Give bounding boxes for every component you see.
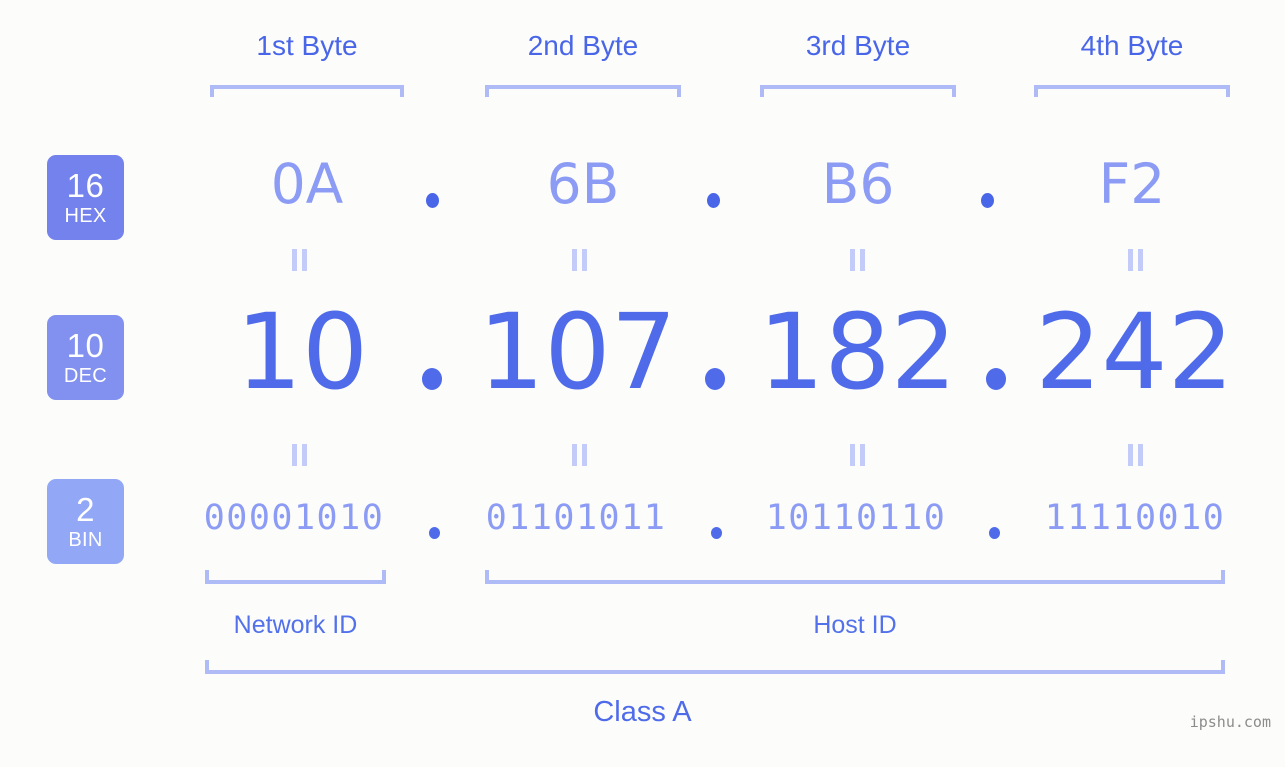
- hex-separator-3: [981, 193, 994, 208]
- hex-octet-4: F2: [1098, 152, 1166, 216]
- base-badge-bin-number: 2: [76, 491, 95, 528]
- bin-octet-3: 10110110: [765, 498, 947, 538]
- dec-separator-2: [705, 368, 725, 390]
- dec-octet-2: 107: [478, 291, 677, 413]
- hex-separator-2: [707, 193, 720, 208]
- dec-octet-4: 242: [1035, 291, 1234, 413]
- equals-icon-hex-dec-2: [572, 249, 588, 271]
- base-badge-hex-name: HEX: [64, 205, 107, 227]
- byte-bracket-3: [760, 85, 956, 97]
- ip-address-breakdown-diagram: 1st Byte 2nd Byte 3rd Byte 4th Byte 16 H…: [0, 0, 1285, 767]
- hex-separator-1: [426, 193, 439, 208]
- equals-icon-hex-dec-1: [292, 249, 308, 271]
- equals-icon-dec-bin-3: [850, 444, 866, 466]
- network-id-label: Network ID: [233, 611, 358, 639]
- hex-octet-1: 0A: [270, 152, 344, 216]
- equals-icon-hex-dec-3: [850, 249, 866, 271]
- byte-bracket-4: [1034, 85, 1230, 97]
- byte-header-1: 1st Byte: [256, 30, 358, 61]
- bin-separator-1: [429, 527, 440, 539]
- host-id-label: Host ID: [813, 611, 897, 639]
- base-badge-bin: 2 BIN: [47, 479, 124, 564]
- byte-header-2: 2nd Byte: [527, 30, 639, 61]
- byte-header-3: 3rd Byte: [805, 30, 911, 61]
- dec-octet-1: 10: [235, 291, 369, 413]
- watermark: ipshu.com: [1189, 713, 1271, 731]
- base-badge-dec-name: DEC: [63, 365, 108, 387]
- equals-icon-dec-bin-1: [292, 444, 308, 466]
- base-badge-dec-number: 10: [66, 327, 105, 364]
- equals-icon-hex-dec-4: [1128, 249, 1144, 271]
- dec-separator-1: [422, 368, 442, 390]
- byte-bracket-1: [210, 85, 404, 97]
- dec-octet-3: 182: [758, 291, 957, 413]
- class-label: Class A: [593, 696, 692, 728]
- network-id-bracket: [205, 570, 386, 584]
- equals-icon-dec-bin-4: [1128, 444, 1144, 466]
- byte-header-4: 4th Byte: [1080, 30, 1184, 61]
- host-id-bracket: [485, 570, 1225, 584]
- base-badge-dec: 10 DEC: [47, 315, 124, 400]
- bin-octet-2: 01101011: [485, 498, 667, 538]
- dec-separator-3: [986, 368, 1006, 390]
- hex-octet-2: 6B: [546, 152, 620, 216]
- class-bracket: [205, 660, 1225, 674]
- base-badge-bin-name: BIN: [68, 529, 103, 551]
- bin-separator-3: [989, 527, 1000, 539]
- bin-octet-4: 11110010: [1044, 498, 1226, 538]
- base-badge-hex: 16 HEX: [47, 155, 124, 240]
- bin-octet-1: 00001010: [203, 498, 385, 538]
- hex-octet-3: B6: [821, 152, 895, 216]
- byte-bracket-2: [485, 85, 681, 97]
- base-badge-hex-number: 16: [66, 167, 105, 204]
- bin-separator-2: [711, 527, 722, 539]
- equals-icon-dec-bin-2: [572, 444, 588, 466]
